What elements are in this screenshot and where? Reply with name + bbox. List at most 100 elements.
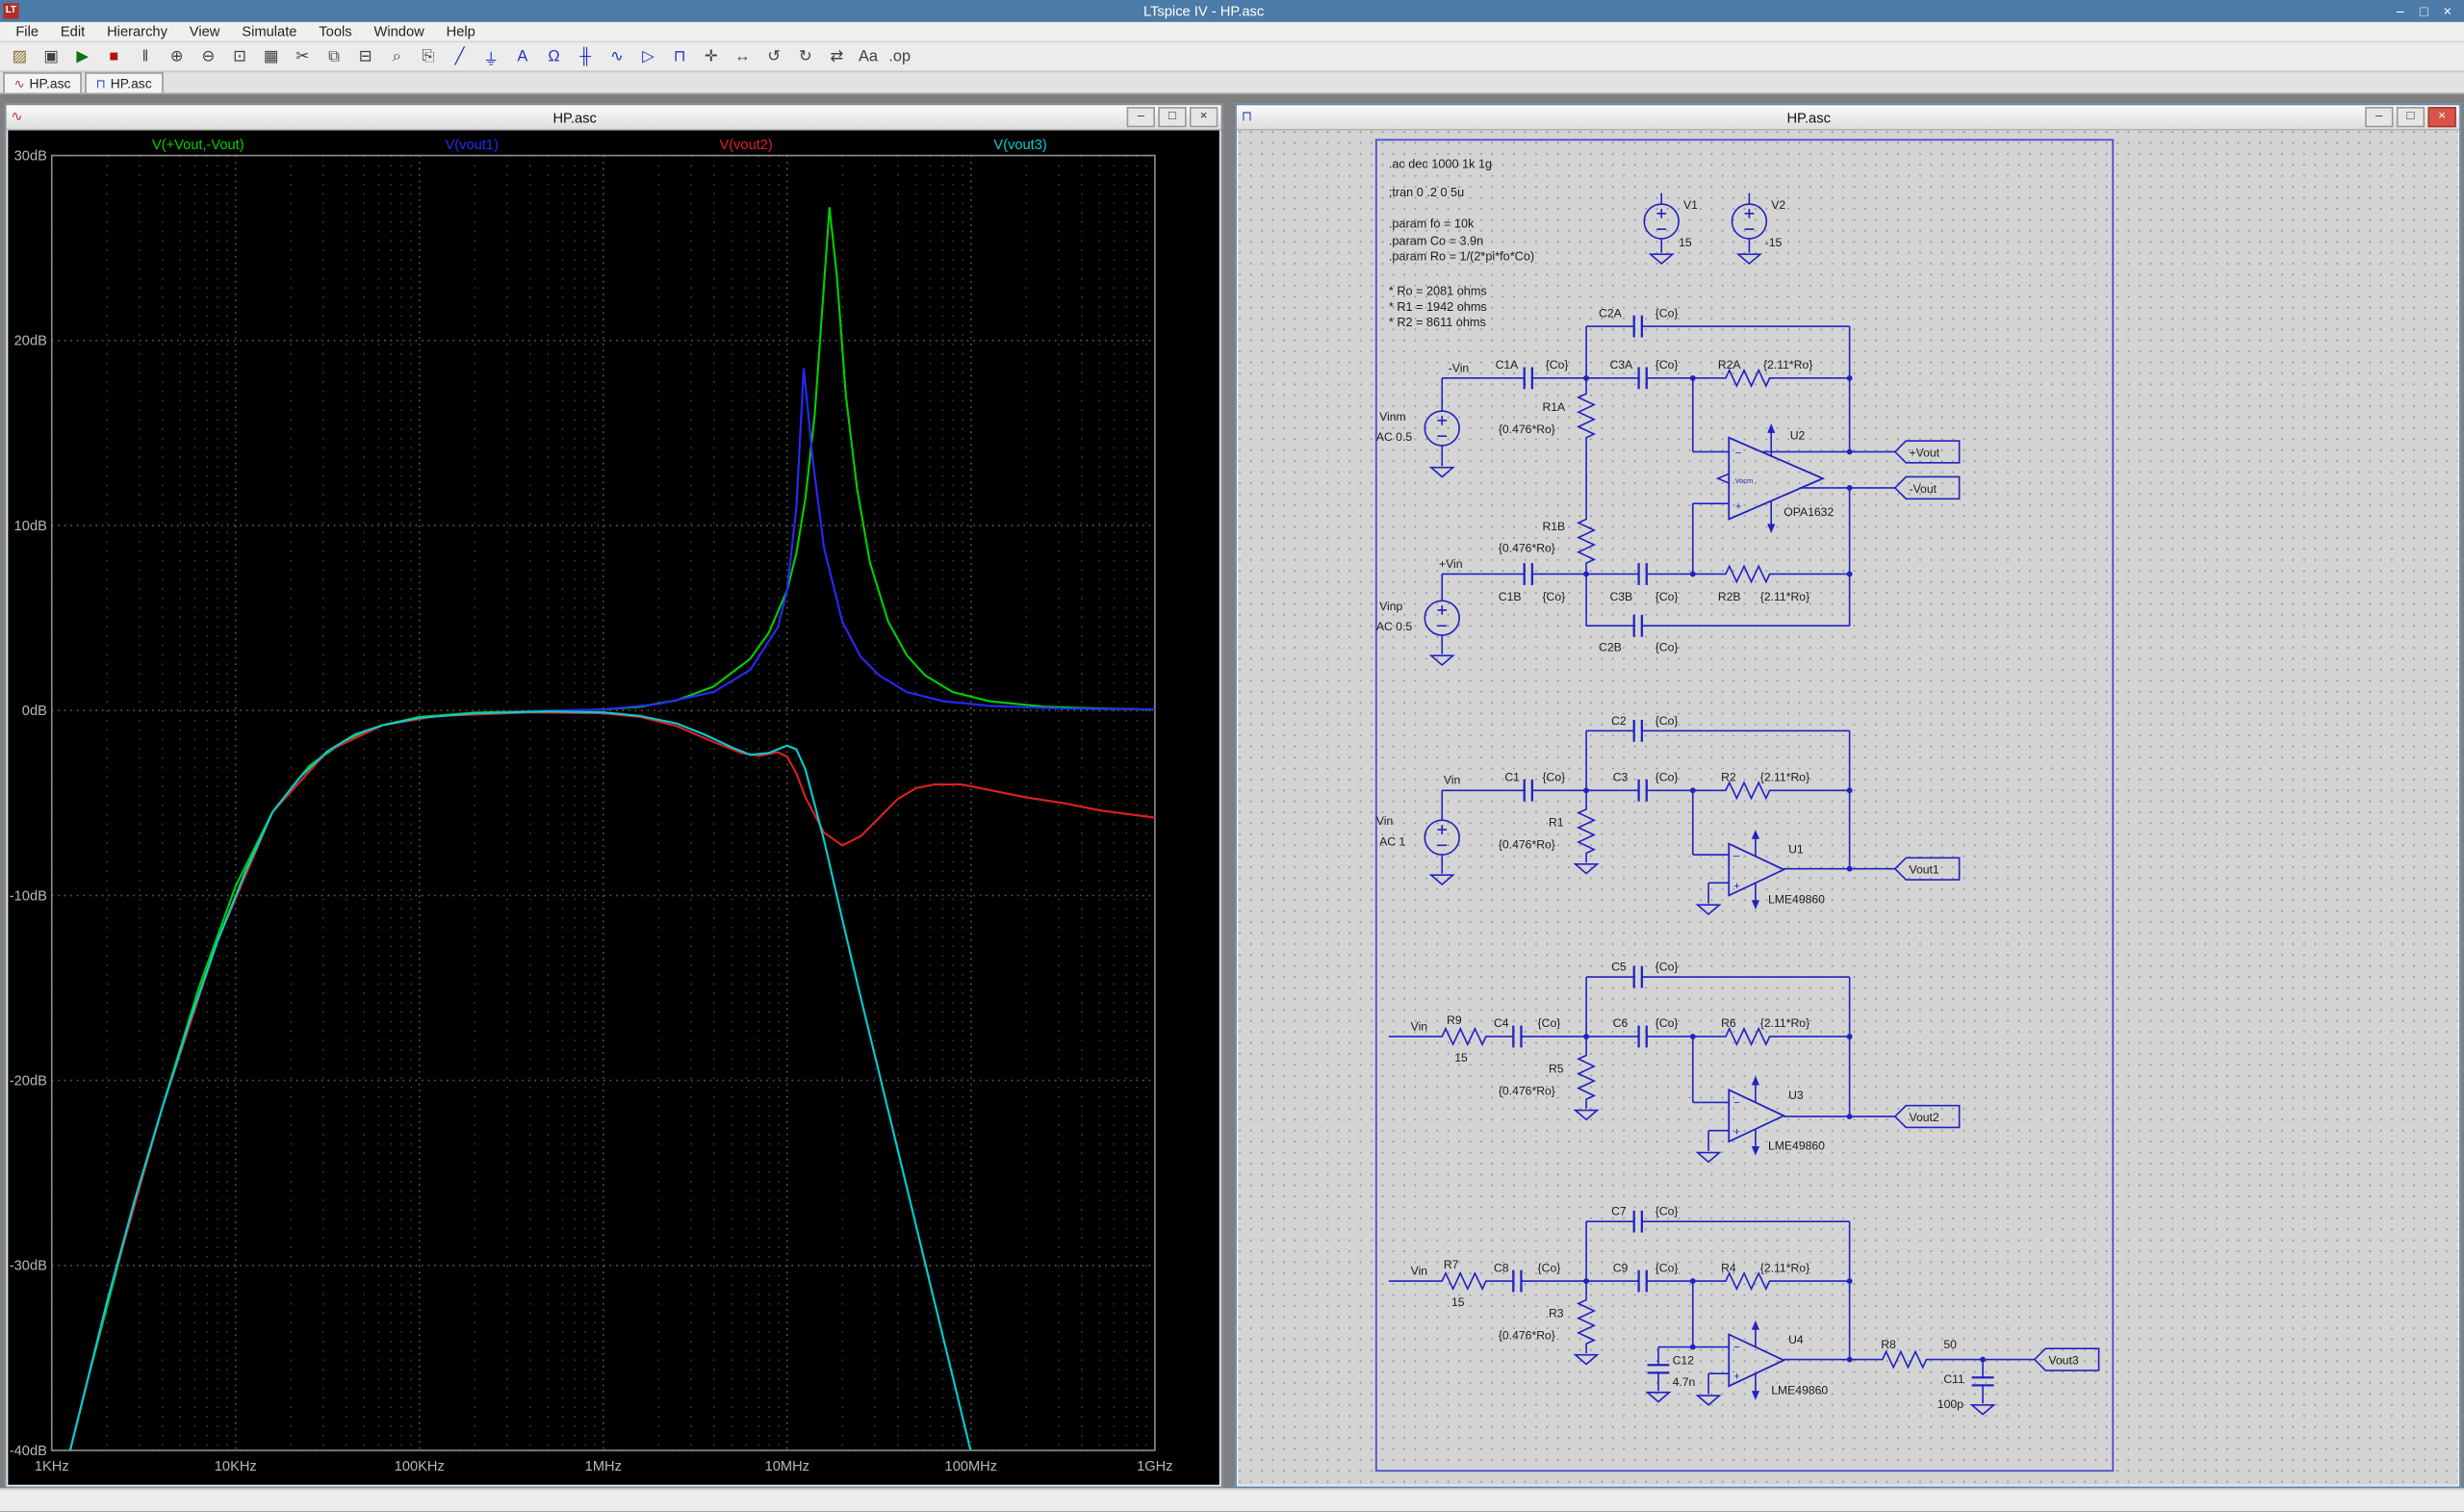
schematic-canvas[interactable]: − + Vocm − + − + − + +Vout -Vout Vout1 Vout2 Vout3 .ac… bbox=[1238, 130, 2458, 1485]
spice-directive-text[interactable]: .param fo = 10k bbox=[1389, 217, 1475, 230]
redo-button[interactable]: ↻ bbox=[790, 42, 820, 70]
component-label[interactable]: {0.476*Ro} bbox=[1499, 542, 1555, 555]
component-label[interactable]: Vin bbox=[1444, 774, 1460, 787]
component-label[interactable]: V1 bbox=[1683, 198, 1698, 212]
component-label[interactable]: 100p bbox=[1938, 1397, 1964, 1411]
resistor-button[interactable]: Ω bbox=[539, 42, 569, 70]
menu-tools[interactable]: Tools bbox=[308, 21, 363, 41]
menu-file[interactable]: File bbox=[5, 21, 50, 41]
component-label[interactable]: C7 bbox=[1611, 1205, 1627, 1218]
component-label[interactable]: {Co} bbox=[1538, 1016, 1561, 1030]
component-label[interactable]: U4 bbox=[1788, 1333, 1804, 1346]
component-label[interactable]: C2B bbox=[1599, 640, 1622, 653]
component-label[interactable]: {Co} bbox=[1656, 640, 1679, 653]
halt-button[interactable]: ■ bbox=[99, 42, 129, 70]
component-label[interactable]: C11 bbox=[1943, 1372, 1964, 1386]
component-label[interactable]: AC 1 bbox=[1379, 834, 1405, 848]
component-label[interactable]: 4.7n bbox=[1673, 1375, 1696, 1389]
component-label[interactable]: C6 bbox=[1613, 1016, 1629, 1030]
cut-button[interactable]: ✂ bbox=[288, 42, 318, 70]
component-label[interactable]: {2.11*Ro} bbox=[1760, 1016, 1810, 1030]
component-label[interactable]: {Co} bbox=[1546, 358, 1569, 372]
component-label[interactable]: V2 bbox=[1771, 198, 1785, 212]
component-label[interactable]: Vin bbox=[1411, 1265, 1427, 1278]
zoom-in-button[interactable]: ⊕ bbox=[162, 42, 192, 70]
text-button[interactable]: Aa bbox=[854, 42, 884, 70]
zoom-out-button[interactable]: ⊖ bbox=[193, 42, 223, 70]
component-label[interactable]: U2 bbox=[1790, 428, 1806, 442]
component-label[interactable]: C2A bbox=[1599, 306, 1623, 320]
component-label[interactable]: {2.11*Ro} bbox=[1760, 770, 1810, 783]
component-label[interactable]: {0.476*Ro} bbox=[1499, 423, 1555, 436]
legend-2[interactable]: V(vout1) bbox=[445, 138, 498, 153]
app-maximize-button[interactable]: □ bbox=[2412, 1, 2435, 21]
component-label[interactable]: 15 bbox=[1451, 1295, 1465, 1309]
component-label[interactable]: +Vin bbox=[1439, 557, 1463, 571]
component-label[interactable]: C1 bbox=[1504, 770, 1520, 783]
component-label[interactable]: LME49860 bbox=[1768, 1139, 1825, 1152]
find-button[interactable]: ⌕ bbox=[382, 42, 412, 70]
component-label[interactable]: R6 bbox=[1721, 1016, 1736, 1030]
waveform-canvas[interactable]: 30dB 20dB 10dB 0dB -10dB -20dB -30dB -40dB1KHz 1… bbox=[8, 130, 1219, 1485]
menu-window[interactable]: Window bbox=[363, 21, 435, 41]
component-label[interactable]: -15 bbox=[1765, 236, 1783, 249]
schematic-minimize-button[interactable]: – bbox=[2365, 107, 2394, 128]
component-label[interactable]: R4 bbox=[1721, 1261, 1736, 1274]
wire-button[interactable]: ╱ bbox=[445, 42, 475, 70]
component-label[interactable]: {Co} bbox=[1656, 770, 1679, 783]
component-label[interactable]: R5 bbox=[1549, 1062, 1564, 1075]
tab-schematic[interactable]: ⊓ HP.asc bbox=[85, 72, 164, 93]
pause-button[interactable]: ‖ bbox=[131, 42, 161, 70]
component-label[interactable]: {0.476*Ro} bbox=[1499, 838, 1555, 852]
component-label[interactable]: OPA1632 bbox=[1784, 505, 1834, 519]
run-button[interactable]: ▶ bbox=[67, 42, 97, 70]
component-label[interactable]: R1B bbox=[1542, 520, 1565, 533]
component-label[interactable]: {Co} bbox=[1538, 1261, 1561, 1274]
drag-button[interactable]: ↔ bbox=[728, 42, 757, 70]
waveform-window-title-bar[interactable]: ∿ HP.asc – □ × bbox=[6, 105, 1221, 131]
waveform-restore-button[interactable]: □ bbox=[1158, 107, 1187, 128]
component-label[interactable]: R1A bbox=[1542, 400, 1566, 414]
app-minimize-button[interactable]: – bbox=[2389, 1, 2412, 21]
legend-1[interactable]: V(+Vout,-Vout) bbox=[152, 138, 244, 153]
component-label[interactable]: C1B bbox=[1499, 590, 1522, 603]
capacitor-button[interactable]: ╫ bbox=[571, 42, 601, 70]
spice-directive-text[interactable]: * R1 = 1942 ohms bbox=[1389, 300, 1487, 314]
waveform-close-button[interactable]: × bbox=[1189, 107, 1219, 128]
component-label[interactable]: {2.11*Ro} bbox=[1760, 1261, 1810, 1274]
component-label[interactable]: Vinm bbox=[1379, 410, 1406, 423]
component-label[interactable]: 50 bbox=[1943, 1338, 1957, 1351]
app-close-button[interactable]: × bbox=[2436, 1, 2459, 21]
component-label[interactable]: 15 bbox=[1679, 236, 1692, 249]
component-label[interactable]: C4 bbox=[1494, 1016, 1509, 1030]
component-label[interactable]: U1 bbox=[1788, 842, 1804, 856]
component-label[interactable]: LME49860 bbox=[1771, 1383, 1828, 1397]
component-label[interactable]: R9 bbox=[1447, 1013, 1462, 1027]
component-label[interactable]: C1A bbox=[1496, 358, 1520, 372]
menu-edit[interactable]: Edit bbox=[49, 21, 95, 41]
spice-directive-text[interactable]: .param Co = 3.9n bbox=[1389, 234, 1483, 247]
component-label[interactable]: R2A bbox=[1718, 358, 1742, 372]
schematic-window-title-bar[interactable]: ⊓ HP.asc – □ × bbox=[1236, 105, 2460, 131]
component-label[interactable]: C12 bbox=[1673, 1353, 1695, 1367]
component-label[interactable]: R3 bbox=[1549, 1307, 1564, 1320]
mirror-button[interactable]: ⇄ bbox=[822, 42, 852, 70]
component-label[interactable]: {Co} bbox=[1656, 1205, 1679, 1218]
schematic-restore-button[interactable]: □ bbox=[2396, 107, 2426, 128]
component-label[interactable]: U3 bbox=[1788, 1089, 1804, 1102]
component-label[interactable]: {Co} bbox=[1542, 590, 1565, 603]
diode-button[interactable]: ▷ bbox=[633, 42, 663, 70]
zoom-full-button[interactable]: ⊡ bbox=[224, 42, 254, 70]
component-label[interactable]: {2.11*Ro} bbox=[1763, 358, 1812, 372]
component-label[interactable]: R1 bbox=[1549, 816, 1564, 830]
component-label[interactable]: R7 bbox=[1444, 1258, 1459, 1271]
component-label[interactable]: C5 bbox=[1611, 961, 1627, 974]
component-label[interactable]: LME49860 bbox=[1768, 893, 1825, 907]
component-label[interactable]: R8 bbox=[1881, 1338, 1896, 1351]
component-label[interactable]: {Co} bbox=[1656, 306, 1679, 320]
component-label[interactable]: R2 bbox=[1721, 770, 1736, 783]
component-label[interactable]: -Vin bbox=[1449, 361, 1469, 374]
menu-simulate[interactable]: Simulate bbox=[231, 21, 308, 41]
component-label[interactable]: {Co} bbox=[1656, 590, 1679, 603]
grid-button[interactable]: ▦ bbox=[256, 42, 286, 70]
